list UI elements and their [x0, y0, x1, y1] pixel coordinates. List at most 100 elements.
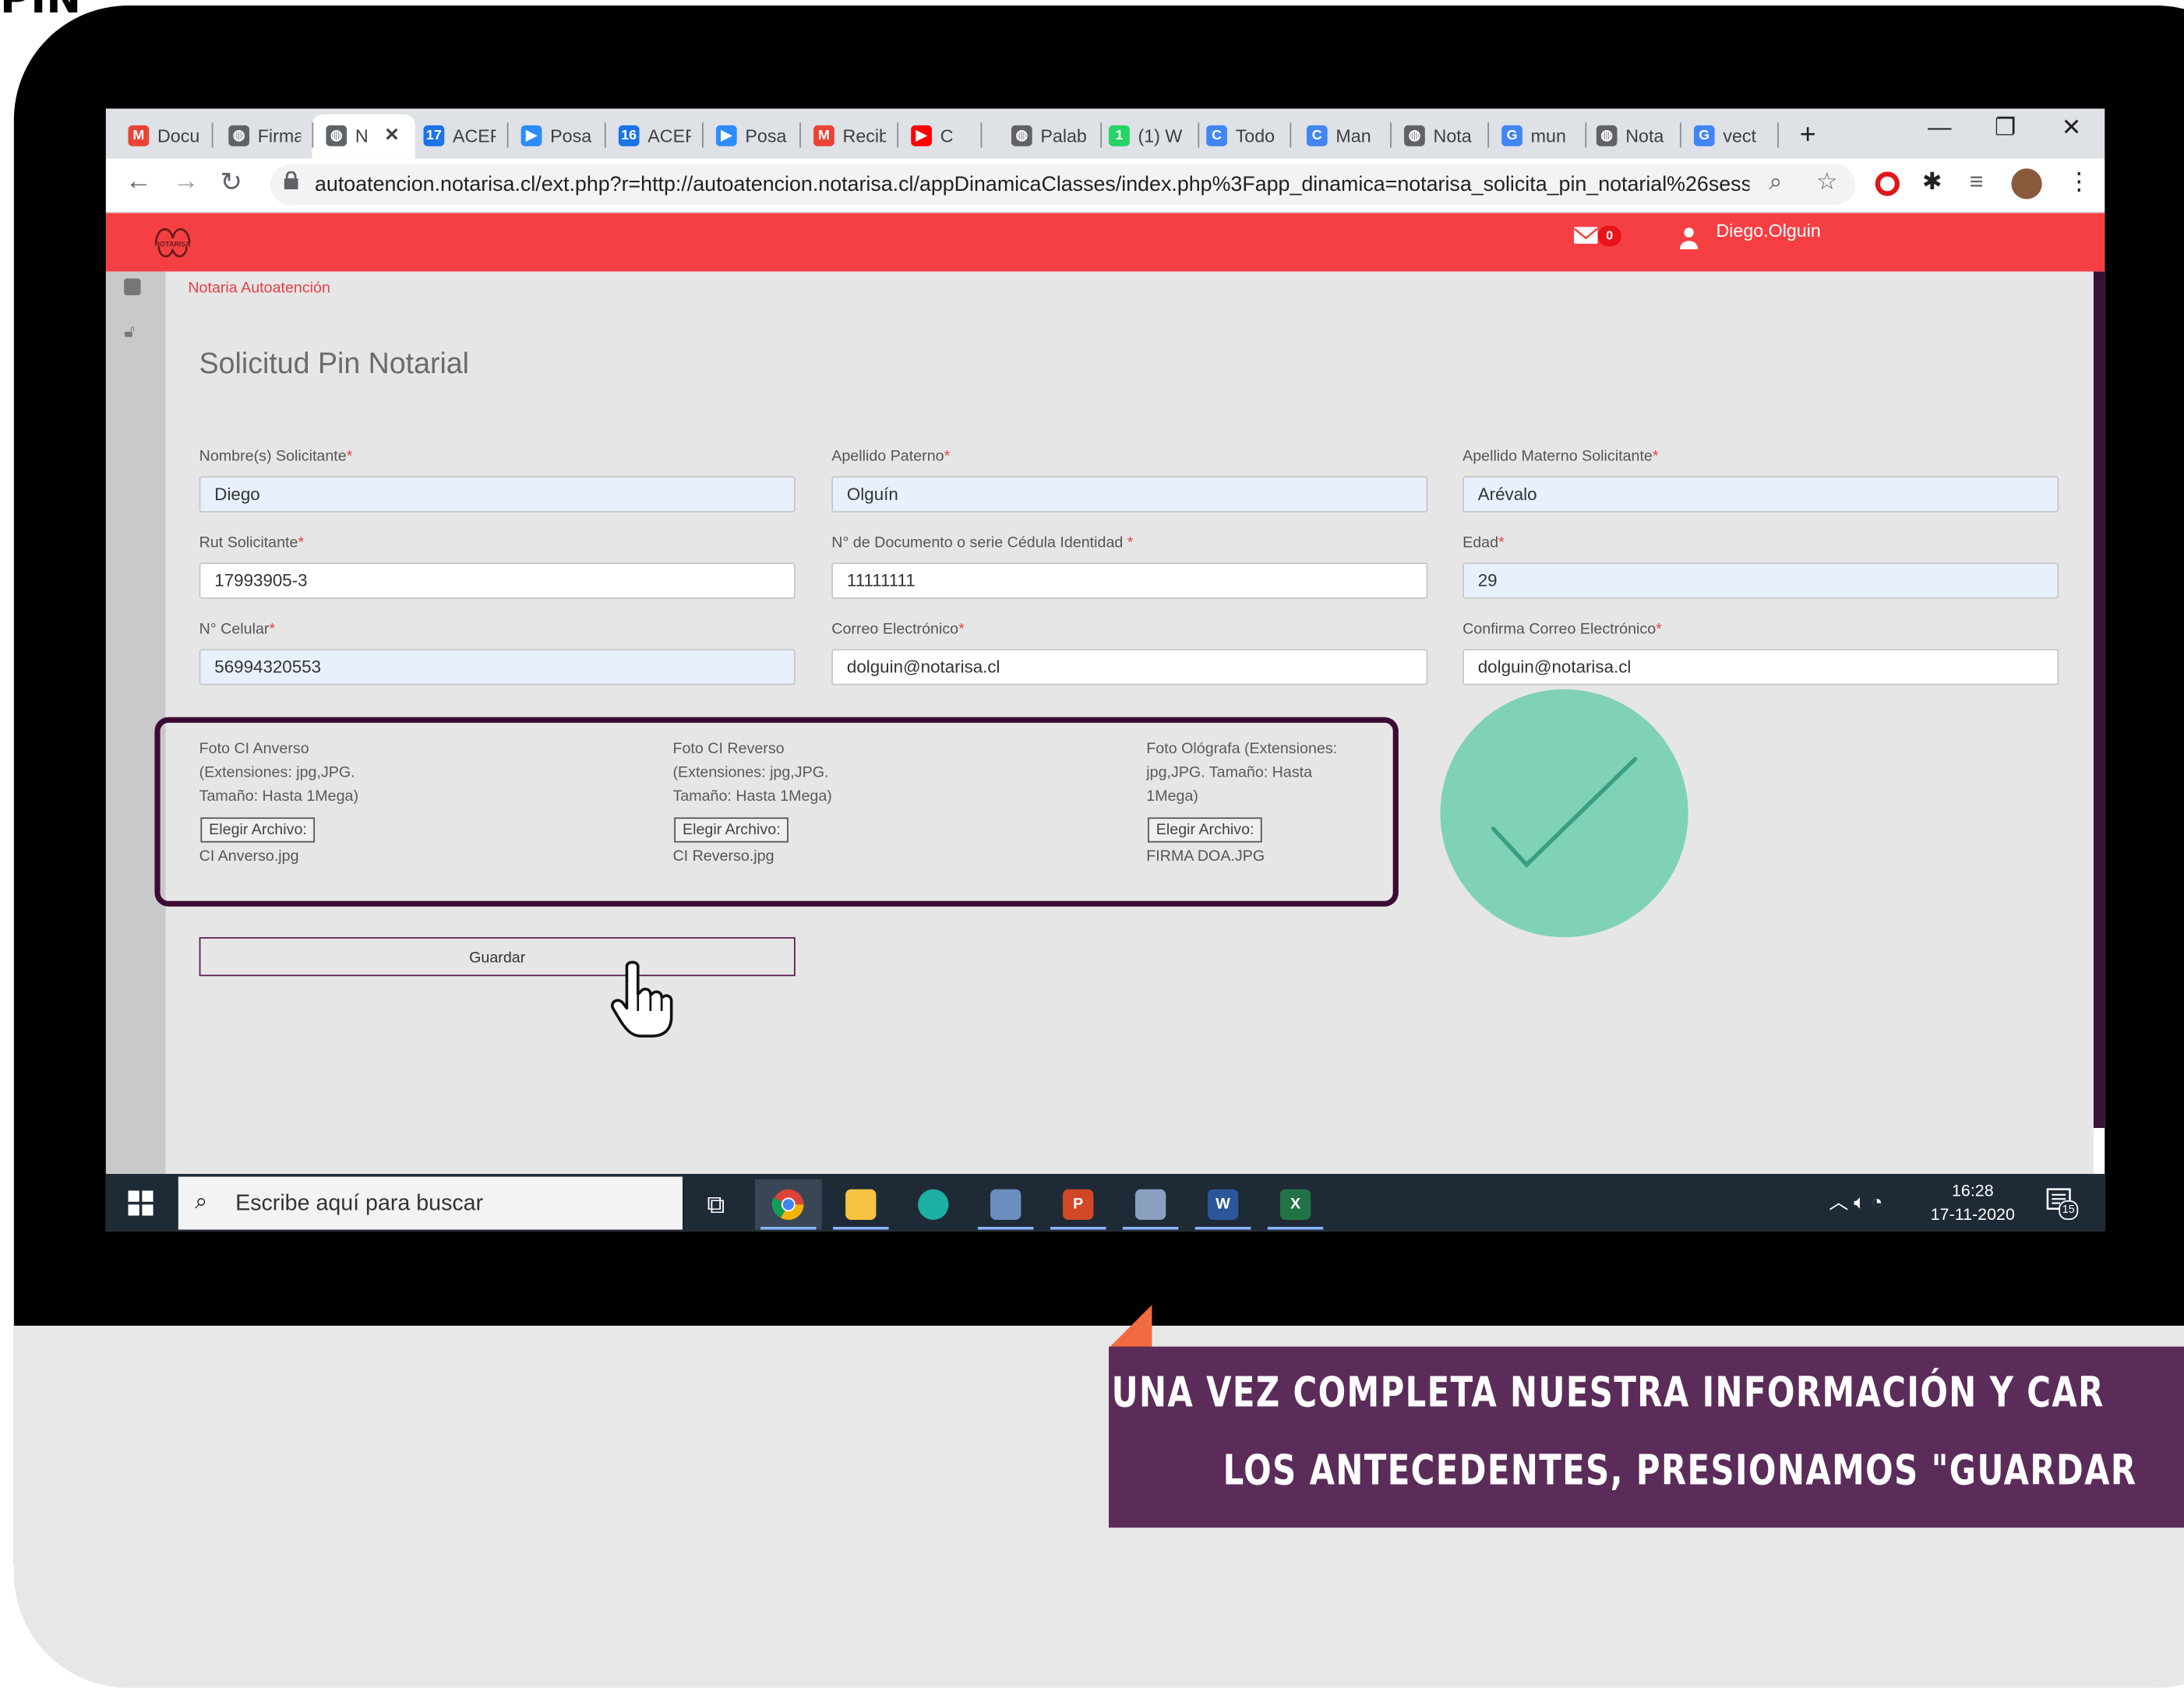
browser-tab-label: Posa [745, 124, 787, 146]
taskbar-powerpoint-icon[interactable]: P [1045, 1179, 1112, 1230]
calendar-icon: 16 [618, 124, 640, 146]
opera-extension-icon[interactable] [1875, 171, 1900, 203]
browser-menu-icon[interactable]: ⋮ [2067, 168, 2091, 196]
back-arrow-icon[interactable]: ← [125, 167, 152, 198]
browser-tab-label: Palab [1040, 124, 1087, 146]
task-view-icon[interactable]: ⧉ [683, 1179, 750, 1229]
celular-input[interactable]: 56994320553 [199, 649, 796, 685]
browser-tab[interactable]: C Todo [1206, 120, 1279, 150]
apellido-paterno-input[interactable]: Olguín [831, 476, 1428, 513]
upload-reverso-button[interactable]: Elegir Archivo: [674, 817, 789, 843]
tab-separator [1585, 122, 1587, 148]
browser-tab[interactable]: M Docu [128, 120, 200, 150]
media-queue-icon[interactable]: ≡ [1970, 168, 1984, 196]
taskbar-paint3d-icon[interactable] [972, 1179, 1039, 1230]
new-tab-button[interactable]: + [1800, 120, 1816, 150]
notification-center-icon[interactable]: 15 [2046, 1188, 2079, 1221]
browser-tab[interactable]: ◍ Nota [1404, 120, 1477, 150]
browser-tab[interactable]: 16 ACEP [618, 120, 691, 150]
upload-reverso-filename: CI Reverso.jpg [672, 848, 774, 865]
upload-anverso-label: Foto CI Anverso (Extensiones: jpg,JPG. Tam… [199, 741, 359, 805]
browser-tab[interactable]: ◍ Palab [1011, 120, 1089, 150]
browser-tab[interactable]: M Recib [813, 120, 886, 150]
tab-separator [604, 122, 606, 148]
tab-separator [799, 122, 801, 148]
mail-count-badge[interactable]: 0 [1597, 225, 1621, 247]
taskbar-word-icon[interactable]: W [1190, 1179, 1257, 1230]
lock-icon[interactable] [284, 171, 298, 190]
browser-tab-label: ACEP [647, 124, 690, 146]
user-icon[interactable] [1679, 227, 1699, 249]
url-text[interactable]: autoatencion.notarisa.cl/ext.php?r=http:… [315, 173, 1749, 196]
apellido-materno-input[interactable]: Arévalo [1462, 476, 2059, 513]
gmail-icon: M [813, 124, 834, 146]
taskbar-paint-icon[interactable] [1117, 1179, 1184, 1230]
mail-icon[interactable] [1573, 227, 1599, 244]
youtube-icon: ▶ [911, 124, 932, 146]
reload-icon[interactable]: ↻ [220, 167, 242, 199]
profile-avatar[interactable] [2011, 168, 2042, 199]
breadcrumb[interactable]: Notaria Autoatención [188, 280, 330, 296]
guardar-button[interactable]: Guardar [199, 937, 796, 977]
taskbar-excel-icon[interactable]: X [1262, 1179, 1329, 1230]
browser-tab[interactable]: Gmun [1501, 120, 1574, 150]
zoom-magnifier-icon[interactable]: ⌕ [1769, 168, 1782, 196]
correo-label: Correo Electrónico* [831, 621, 965, 638]
corner-title-fragment: PIN [0, 0, 81, 23]
correo-input[interactable]: dolguin@notarisa.cl [831, 649, 1428, 685]
edad-input[interactable]: 29 [1462, 562, 2059, 599]
confirma-correo-input[interactable]: dolguin@notarisa.cl [1462, 649, 2059, 685]
browser-tab[interactable]: 1 (1) W [1109, 120, 1187, 150]
taskbar-chrome-icon[interactable] [754, 1179, 822, 1230]
upload-anverso-button[interactable]: Elegir Archivo: [200, 817, 316, 843]
sidebar-item-unlock-icon[interactable]: 🔓︎ [124, 322, 135, 343]
taskbar-file-explorer-icon[interactable] [827, 1179, 894, 1230]
tab-separator [312, 122, 314, 148]
browser-tab-strip: MDocu◍Firma◍N✕17ACEP▶Posa16ACEP▶PosaMRec… [105, 108, 2105, 159]
taskbar-clock[interactable]: 16:28 17-11-2020 [1931, 1179, 2015, 1227]
taskbar-edge-icon[interactable] [900, 1179, 967, 1229]
clock-time: 16:28 [1951, 1180, 1994, 1200]
close-window-icon[interactable]: ✕ [2062, 115, 2081, 143]
browser-tab-label: vect [1723, 124, 1757, 146]
browser-tab[interactable]: C Man [1306, 120, 1379, 150]
browser-tab[interactable]: ▶ Posa [715, 120, 789, 150]
rut-input[interactable]: 17993905-3 [199, 562, 796, 599]
globe-icon: ◍ [326, 124, 348, 146]
chrome-app-icon: C [1306, 124, 1328, 146]
nombre-label: Nombre(s) Solicitante* [199, 448, 353, 466]
upload-olografa-button[interactable]: Elegir Archivo: [1148, 817, 1263, 843]
bookmark-star-icon[interactable]: ☆ [1816, 168, 1837, 196]
browser-tab[interactable]: ▶ Posa [520, 120, 594, 150]
browser-tab[interactable]: ▶ C [911, 120, 969, 150]
documento-label: N° de Documento o serie Cédula Identidad… [831, 534, 1134, 552]
right-scrollbar[interactable] [2093, 271, 2105, 1129]
browser-tab[interactable]: ◍ Firma [228, 120, 301, 150]
close-tab-icon[interactable]: ✕ [384, 120, 404, 150]
tab-separator [1679, 122, 1681, 148]
system-tray-icons[interactable]: ︿ 🔈︎ ◔ [1829, 1188, 1882, 1216]
tab-separator [980, 122, 983, 148]
browser-tab[interactable]: ◍ N [326, 120, 393, 150]
browser-tab[interactable]: 17 ACEP [423, 120, 496, 150]
forward-arrow-icon[interactable]: → [173, 167, 199, 198]
sidebar-item-dashboard-icon[interactable] [124, 278, 141, 295]
rut-label: Rut Solicitante* [199, 534, 305, 552]
extensions-puzzle-icon[interactable]: ✱ [1922, 168, 1942, 196]
restore-icon[interactable]: ❐ [1995, 115, 2016, 143]
globe-icon: ◍ [1404, 124, 1425, 146]
nombre-input[interactable]: Diego [199, 476, 796, 513]
minimize-icon[interactable]: — [1928, 115, 1951, 143]
gmail-icon: M [128, 124, 150, 146]
username-label[interactable]: Diego.Olguin [1716, 220, 1820, 241]
browser-tab-label: C [940, 124, 954, 146]
windows-start-icon[interactable] [128, 1190, 153, 1216]
taskbar-search-box[interactable]: ⌕ Escribe aquí para buscar [178, 1176, 683, 1230]
browser-tab-label: Posa [550, 124, 592, 146]
browser-tab-label: mun [1530, 124, 1566, 146]
tab-separator [702, 122, 704, 148]
documento-input[interactable]: 11111111 [831, 562, 1428, 599]
browser-tab[interactable]: ◍ Nota [1596, 120, 1669, 150]
browser-tab[interactable]: Gvect [1693, 120, 1766, 150]
notarisa-logo[interactable]: NOTARISA [147, 216, 197, 266]
